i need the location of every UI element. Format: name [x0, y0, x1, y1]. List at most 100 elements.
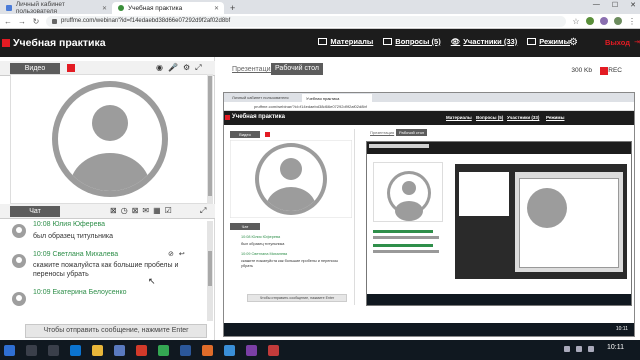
folder-icon[interactable] [92, 344, 103, 356]
list-item: 10:08 Юлия Юферева был образец титульник… [10, 221, 208, 243]
logout-icon[interactable]: ⇥ [634, 38, 640, 46]
clock-icon[interactable]: ◷ [121, 206, 128, 215]
questions-button[interactable]: Вопросы (5) [383, 37, 441, 46]
browser-tab-1[interactable]: Личный кабинет пользователя ✕ [0, 1, 112, 15]
avatar[interactable] [614, 17, 622, 25]
forward-icon[interactable]: → [18, 17, 26, 26]
store-icon[interactable] [114, 344, 125, 356]
url-field[interactable]: pruffme.com/webinar/?id=f14edaebd38d66e0… [46, 15, 566, 27]
app-icon[interactable] [136, 344, 147, 356]
chat-input[interactable]: Чтобы отправить сообщение, нажмите Enter [25, 324, 207, 338]
volume-icon[interactable] [576, 346, 582, 352]
logout-button[interactable]: Выход [605, 38, 630, 47]
expand-icon[interactable]: ⤢ [195, 63, 201, 73]
extension-icon[interactable] [600, 17, 608, 25]
shared-title: Учебная практика [232, 114, 285, 120]
chat-expand: ⤢ [200, 206, 206, 216]
message-meta: 10:09 Екатерина Белоусенко [33, 289, 127, 296]
word-icon[interactable] [180, 344, 191, 356]
back-icon[interactable]: ← [4, 17, 12, 26]
shared-menu-item: Режимы [546, 115, 565, 120]
logo-icon [2, 39, 10, 47]
list-item: 10:09 Екатерина Белоусенко [10, 289, 208, 309]
avatar [12, 292, 26, 306]
materials-button[interactable]: Материалы [318, 37, 373, 46]
battery-icon[interactable] [588, 346, 594, 352]
avatar [12, 224, 26, 238]
menu-label: Вопросы (5) [395, 37, 441, 46]
shared-taskbar: 10:11 [224, 323, 634, 336]
message-text: был образец титульника [33, 233, 114, 240]
lock-icon [52, 18, 57, 24]
shared-message-text: скажите пожалуйста как большие пробелы и… [241, 259, 339, 268]
message-meta: 10:08 Юлия Юферева [33, 221, 105, 228]
camera-icon[interactable]: ◉ [156, 63, 163, 73]
settings-icon[interactable]: ⚙ [183, 63, 190, 73]
app-icon[interactable] [246, 344, 257, 356]
extension-icon[interactable] [586, 17, 594, 25]
gear-icon[interactable]: ⚙ [569, 37, 578, 48]
mouse-cursor-icon: ↖ [148, 276, 156, 286]
address-bar: ← → ↻ pruffme.com/webinar/?id=f14edaebd3… [0, 14, 640, 29]
reply-icon[interactable]: ↩ [179, 250, 185, 258]
participants-button[interactable]: 👁 Участники (33) [451, 37, 518, 46]
app-icon[interactable] [202, 344, 213, 356]
tab-desktop[interactable]: Рабочий стол [271, 63, 323, 75]
chat-button[interactable]: Чат [10, 206, 60, 217]
rec-label: REC [608, 67, 622, 74]
window-controls: — ☐ ✕ [593, 1, 636, 9]
app-header: Учебная практика Материалы Вопросы (5) 👁… [0, 29, 640, 57]
modes-button[interactable]: Режимы [527, 37, 570, 46]
system-tray [564, 346, 594, 352]
browser-tab-2[interactable]: Учебная практика ✕ [112, 2, 224, 14]
close-tab-icon[interactable]: ✕ [102, 5, 107, 12]
ban-icon[interactable]: ⊘ [168, 250, 174, 258]
shared-message-meta: 10:09 Светлана Михалева [241, 252, 288, 256]
browser-menu-icon[interactable]: ⋮ [628, 17, 636, 26]
video-button[interactable]: Видео [10, 63, 60, 74]
new-tab-button[interactable]: + [224, 2, 241, 14]
microphone-icon[interactable]: 🎤 [168, 63, 178, 73]
shared-menu-item: Участники (33) [507, 115, 540, 120]
grid-icon[interactable]: ▦ [153, 206, 161, 215]
page-title: Учебная практика [13, 37, 106, 49]
reload-icon[interactable]: ↻ [32, 17, 40, 26]
shared-tab-title: Личный кабинет пользователя [232, 95, 289, 100]
check-icon[interactable]: ☑ [165, 206, 172, 215]
close-window-icon[interactable]: ✕ [630, 1, 636, 9]
task-view-icon[interactable] [48, 344, 59, 356]
mail-icon[interactable]: ✉ [142, 206, 149, 215]
close-tab-icon[interactable]: ✕ [214, 5, 219, 12]
shared-left-panel: Видео Чат 10:08 Юлия Юферева был образец… [227, 129, 355, 305]
header-menu: Материалы Вопросы (5) 👁 Участники (33) Ре… [318, 37, 570, 46]
shared-video-button: Видео [230, 131, 260, 138]
network-icon[interactable] [564, 346, 570, 352]
clock: 10:11 [607, 344, 624, 351]
shared-clock: 10:11 [615, 326, 628, 332]
app-icon[interactable] [268, 344, 279, 356]
star-icon[interactable]: ☆ [572, 17, 580, 26]
menu-label: Материалы [330, 37, 374, 46]
shared-message-meta: 10:08 Юлия Юферева [241, 235, 281, 239]
shared-url: pruffme.com/webinar/?id=f14edaebd38d66e0… [224, 102, 634, 111]
taskbar [0, 340, 640, 360]
shared-tab-desktop: Рабочий стол [396, 129, 428, 136]
search-icon[interactable] [26, 344, 37, 356]
expand-icon[interactable]: ⤢ [200, 206, 206, 216]
chat-icon [383, 38, 393, 45]
maximize-icon[interactable]: ☐ [612, 1, 618, 9]
app-icon[interactable] [224, 344, 235, 356]
shared-tab-strip: Личный кабинет пользователя Учебная прак… [224, 93, 634, 102]
video-frame [10, 74, 210, 204]
chrome-icon[interactable] [158, 344, 169, 356]
chat-controls: ⊠ ◷ ⊠ ✉ ▦ ☑ [110, 206, 172, 215]
chat-scrollbar[interactable] [207, 221, 213, 321]
close-icon[interactable]: ⊠ [132, 206, 139, 215]
minimize-icon[interactable]: — [593, 1, 600, 9]
edge-icon[interactable] [70, 344, 81, 356]
video-scrollbar[interactable] [207, 74, 213, 204]
folder-icon [318, 38, 328, 45]
message-actions: ⊘ ↩ [168, 250, 185, 258]
close-icon[interactable]: ⊠ [110, 206, 117, 215]
start-icon[interactable] [4, 344, 15, 356]
